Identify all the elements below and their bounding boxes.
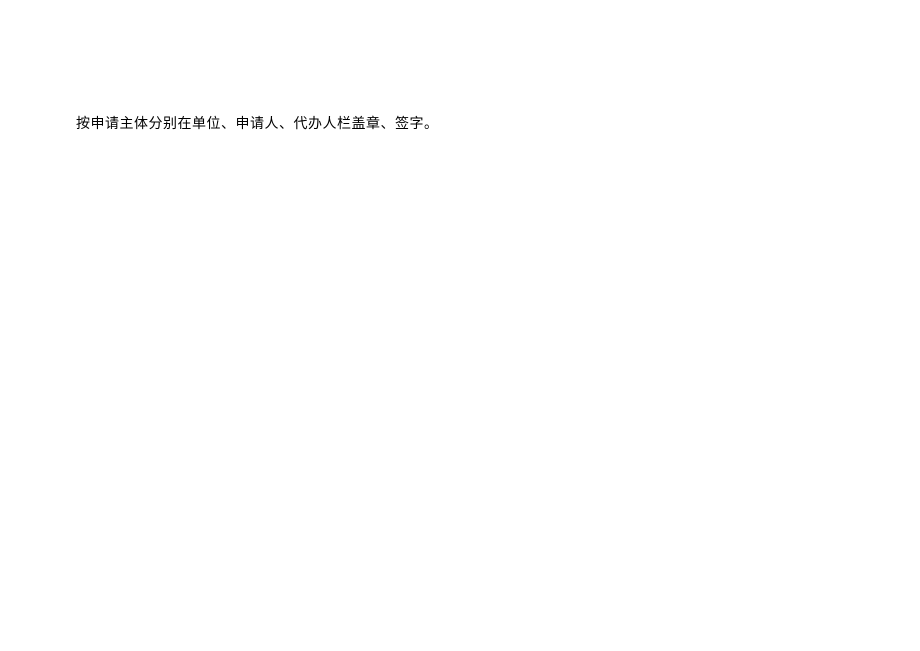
document-body-text: 按申请主体分别在单位、申请人、代办人栏盖章、签字。	[76, 114, 439, 135]
